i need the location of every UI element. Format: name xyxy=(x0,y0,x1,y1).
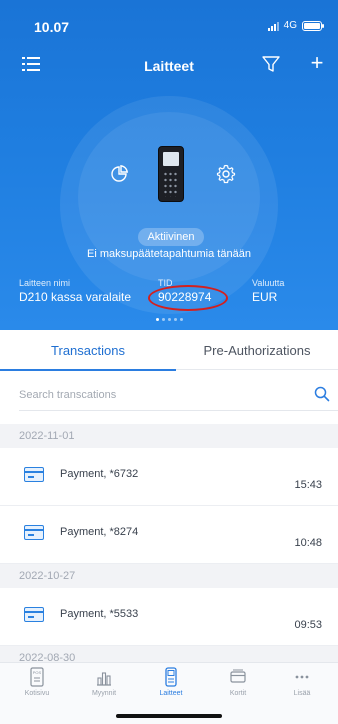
page-dot[interactable] xyxy=(161,318,165,321)
tab-transactions[interactable]: Transactions xyxy=(0,334,176,371)
gear-icon[interactable] xyxy=(216,164,236,184)
top-nav: Laitteet + xyxy=(0,50,338,80)
currency-field: Valuutta EUR xyxy=(252,278,284,304)
nav-item-lisaa[interactable]: Lisää xyxy=(272,667,332,697)
svg-text:POS: POS xyxy=(33,670,42,675)
transaction-label: Payment, *6732 xyxy=(60,468,139,480)
device-icon xyxy=(165,667,177,687)
card-icon xyxy=(24,607,44,622)
search-bar xyxy=(0,380,338,412)
battery-icon xyxy=(302,20,324,31)
date-header: 2022-11-01 xyxy=(0,424,338,448)
date-header: 2022-10-27 xyxy=(0,564,338,588)
status-badge: Aktiivinen xyxy=(138,228,204,246)
currency-value: EUR xyxy=(252,290,278,304)
nav-item-myynnit[interactable]: Myynnit xyxy=(74,667,134,697)
device-name-label: Laitteen nimi xyxy=(19,278,71,288)
add-icon[interactable]: + xyxy=(306,52,328,75)
nav-item-kortit[interactable]: Kortit xyxy=(208,667,268,697)
home-indicator xyxy=(116,714,222,718)
cards-icon xyxy=(230,669,246,683)
nav-label: Kotisivu xyxy=(24,690,50,697)
transaction-list: 2022-11-01 Payment, *6732 15:43 Payment,… xyxy=(0,424,338,670)
payment-terminal-image xyxy=(158,146,184,202)
more-icon xyxy=(295,675,309,679)
nav-label: Myynnit xyxy=(91,690,117,697)
page-dot[interactable] xyxy=(173,318,177,321)
device-name-value: D210 kassa varalaite xyxy=(19,290,132,304)
filter-icon[interactable] xyxy=(262,55,280,73)
transaction-row[interactable]: Payment, *5533 09:53 xyxy=(0,588,338,646)
nav-label: Kortit xyxy=(229,690,247,697)
page-dot[interactable] xyxy=(179,318,183,321)
nav-item-laitteet[interactable]: Laitteet xyxy=(141,667,201,697)
tid-highlight-ring xyxy=(148,285,228,311)
tab-bar: Transactions Pre-Authorizations xyxy=(0,334,338,371)
tab-pre-authorizations[interactable]: Pre-Authorizations xyxy=(176,334,338,370)
status-indicators: 4G xyxy=(267,20,324,31)
search-underline xyxy=(19,410,338,411)
signal-icon xyxy=(267,21,279,31)
card-icon xyxy=(24,467,44,482)
search-input[interactable] xyxy=(19,385,289,405)
network-type: 4G xyxy=(283,20,297,31)
page-indicator[interactable] xyxy=(0,318,338,321)
pie-chart-icon[interactable] xyxy=(110,165,128,183)
transaction-time: 15:43 xyxy=(294,479,322,491)
transaction-time: 10:48 xyxy=(294,537,322,549)
currency-label: Valuutta xyxy=(252,278,285,288)
page-title: Laitteet xyxy=(144,58,194,74)
transaction-row[interactable]: Payment, *8274 10:48 xyxy=(0,506,338,564)
search-icon[interactable] xyxy=(314,386,330,402)
device-name-field: Laitteen nimi D210 kassa varalaite xyxy=(19,278,131,304)
page-dot[interactable] xyxy=(155,318,159,321)
card-icon xyxy=(24,525,44,540)
transaction-label: Payment, *5533 xyxy=(60,608,139,620)
pos-terminal-icon: POS xyxy=(30,667,44,687)
status-bar: 10.07 4G xyxy=(0,0,338,40)
transaction-row[interactable]: Payment, *6732 15:43 xyxy=(0,448,338,506)
bar-chart-icon xyxy=(97,672,111,686)
transaction-time: 09:53 xyxy=(294,619,322,631)
nav-label: Lisää xyxy=(293,690,311,697)
transaction-label: Payment, *8274 xyxy=(60,526,139,538)
page-dot[interactable] xyxy=(167,318,171,321)
device-header: 10.07 4G Laitteet + Aktiivinen Ei maksup… xyxy=(0,0,338,330)
no-payments-message: Ei maksupäätetapahtumia tänään xyxy=(87,248,251,260)
nav-item-kotisivu[interactable]: POS Kotisivu xyxy=(7,667,67,697)
nav-label: Laitteet xyxy=(159,690,183,697)
status-time: 10.07 xyxy=(34,19,70,35)
